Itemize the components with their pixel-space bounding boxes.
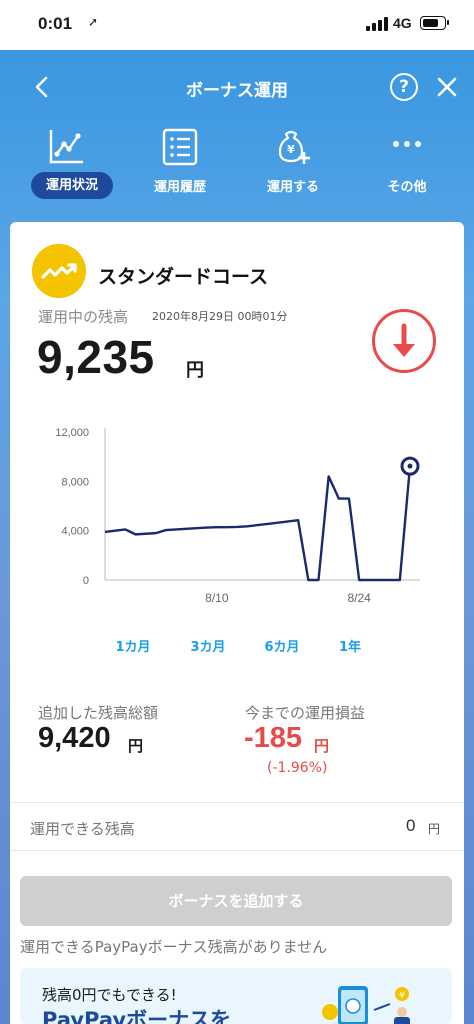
x-tick-label: 8/10: [205, 591, 229, 605]
profit-label: 今までの運用損益: [245, 704, 366, 722]
y-tick-label: 12,000: [55, 427, 89, 439]
range-1-month[interactable]: 1カ月: [101, 632, 165, 663]
y-tick-label: 8,000: [61, 476, 89, 488]
signal-icon: [366, 17, 388, 31]
add-bonus-button[interactable]: ボーナスを追加する: [20, 876, 452, 926]
more-dots-icon: [393, 141, 421, 147]
available-value: 0: [406, 816, 416, 835]
battery-icon: [420, 16, 449, 30]
added-value: 9,420: [38, 722, 111, 754]
line-chart-icon: [49, 130, 83, 164]
profit-percent: (-1.96%): [267, 760, 328, 776]
profit-unit: 円: [314, 737, 330, 755]
balance-date: 2020年8月29日 00時01分: [152, 310, 288, 323]
status-time: 0:01: [38, 14, 73, 33]
trend-indicator: [372, 309, 436, 373]
close-icon[interactable]: [434, 74, 460, 100]
added-unit: 円: [128, 737, 144, 755]
profit-value: -185: [244, 722, 303, 754]
tab-invest[interactable]: ¥ 運用する: [243, 128, 343, 208]
status-bar: 0:01 ➚ 4G: [0, 0, 474, 50]
balance-label: 運用中の残高: [38, 308, 129, 326]
yen-bag-plus-icon: ¥: [278, 130, 310, 164]
list-icon: [162, 128, 198, 166]
course-name: スタンダードコース: [98, 266, 269, 288]
add-note: 運用できるPayPayボーナス残高がありません: [20, 938, 328, 956]
divider: [10, 802, 464, 803]
balance-value: 9,235: [37, 331, 155, 383]
tab-status[interactable]: 運用状況: [16, 128, 116, 208]
promo-title: PayPayボーナスを: [42, 1008, 232, 1024]
x-tick-label: 8/24: [347, 591, 371, 605]
down-arrow-icon: [393, 323, 415, 357]
range-1-year[interactable]: 1年: [318, 632, 382, 663]
svg-text:¥: ¥: [399, 991, 405, 1001]
tab-history-label: 運用履歴: [153, 180, 206, 195]
promo-illustration: ¥: [322, 986, 410, 1024]
latest-point-dot: [407, 463, 413, 469]
available-unit: 円: [428, 822, 441, 836]
available-label: 運用できる残高: [30, 820, 135, 838]
promo-subtitle: 残高0円でもできる!: [42, 986, 177, 1004]
balance-unit: 円: [186, 360, 204, 381]
divider: [10, 850, 464, 851]
added-label: 追加した残高総額: [38, 704, 159, 722]
y-tick-label: 0: [83, 575, 89, 587]
location-arrow-icon: ➚: [88, 15, 99, 29]
balance-chart: 12,000 8,000 4,000 0 8/10 8/24: [55, 427, 420, 605]
y-tick-label: 4,000: [61, 526, 89, 538]
range-selector: 1カ月 3カ月 6カ月 1年: [10, 632, 464, 664]
svg-text:¥: ¥: [287, 143, 295, 156]
tab-other-label: その他: [387, 180, 427, 195]
trend-up-icon: [32, 244, 86, 298]
tab-other[interactable]: その他: [357, 128, 457, 208]
tab-invest-label: 運用する: [266, 180, 319, 195]
tab-bar: 運用状況 運用履歴 ¥ 運用する その他: [0, 128, 474, 208]
help-button[interactable]: ?: [390, 73, 418, 101]
network-type: 4G: [393, 15, 412, 31]
tab-status-label: 運用状況: [31, 172, 113, 199]
course-card: スタンダードコース 運用中の残高 2020年8月29日 00時01分 9,235…: [10, 222, 464, 1024]
promo-banner[interactable]: 残高0円でもできる! PayPayボーナスを ¥: [20, 968, 452, 1024]
range-3-months[interactable]: 3カ月: [176, 632, 240, 663]
series-line: [104, 465, 412, 582]
tab-history[interactable]: 運用履歴: [130, 128, 230, 208]
range-6-months[interactable]: 6カ月: [250, 632, 314, 663]
